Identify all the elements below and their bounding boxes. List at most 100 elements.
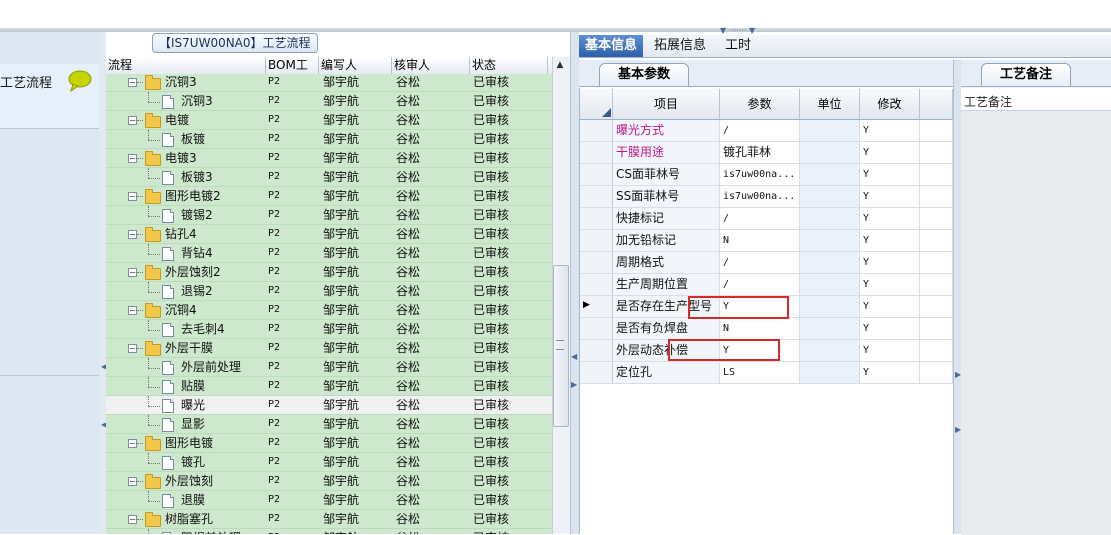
- param-row[interactable]: SS面菲林号 is7uw00na... Y: [580, 186, 953, 208]
- tree-node-label: 板镀: [181, 132, 206, 146]
- tree-node-label: 背钻4: [181, 246, 213, 260]
- bom-cell: P2: [268, 190, 281, 201]
- status-cell: 已审核: [473, 151, 510, 165]
- param-value[interactable]: /: [720, 208, 800, 229]
- col-header-status[interactable]: 状态: [470, 57, 548, 74]
- tree-row[interactable]: 贴膜 P2 邹宇航 谷松 已审核: [106, 377, 552, 396]
- collapse-toggle-icon[interactable]: −: [128, 116, 137, 125]
- scroll-up-icon[interactable]: ▲: [554, 60, 566, 70]
- tree-row[interactable]: 镀孔 P2 邹宇航 谷松 已审核: [106, 453, 552, 472]
- param-extra: [920, 208, 953, 229]
- collapse-toggle-icon[interactable]: −: [128, 268, 137, 277]
- param-row[interactable]: 加无铅标记 N Y: [580, 230, 953, 252]
- param-value[interactable]: /: [720, 274, 800, 295]
- param-value[interactable]: /: [720, 120, 800, 141]
- tree-row[interactable]: − 图形电镀 P2 邹宇航 谷松 已审核: [106, 434, 552, 453]
- param-extra: [920, 230, 953, 251]
- tab-extended-info[interactable]: 拓展信息: [648, 35, 712, 57]
- param-row[interactable]: 干膜用途 镀孔菲林 Y: [580, 142, 953, 164]
- tree-row[interactable]: 显影 P2 邹宇航 谷松 已审核: [106, 415, 552, 434]
- document-icon: [162, 361, 174, 375]
- annotation-box-2: [668, 339, 780, 361]
- author-cell: 邹宇航: [323, 189, 360, 203]
- tree-row[interactable]: − 电镀3 P2 邹宇航 谷松 已审核: [106, 149, 552, 168]
- tree-row[interactable]: 曝光 P2 邹宇航 谷松 已审核: [106, 396, 552, 415]
- document-icon: [162, 380, 174, 394]
- param-row[interactable]: 周期格式 / Y: [580, 252, 953, 274]
- param-row[interactable]: 是否有负焊盘 N Y: [580, 318, 953, 340]
- tree-row[interactable]: 退锡2 P2 邹宇航 谷松 已审核: [106, 282, 552, 301]
- tree-connector: [148, 501, 160, 502]
- param-value[interactable]: 镀孔菲林: [720, 142, 800, 163]
- tree-node-label: 板镀3: [181, 170, 213, 184]
- collapse-toggle-icon[interactable]: −: [128, 154, 137, 163]
- tree-row[interactable]: − 图形电镀2 P2 邹宇航 谷松 已审核: [106, 187, 552, 206]
- col-header-process[interactable]: 流程: [106, 57, 266, 74]
- param-value[interactable]: is7uw00na...: [720, 186, 800, 207]
- col-header-item[interactable]: 项目: [613, 89, 720, 119]
- col-header-value[interactable]: 参数: [720, 89, 800, 119]
- collapse-toggle-icon[interactable]: −: [128, 344, 137, 353]
- nav-divider: [0, 375, 99, 376]
- tree-row[interactable]: − 沉铜4 P2 邹宇航 谷松 已审核: [106, 301, 552, 320]
- param-value[interactable]: /: [720, 252, 800, 273]
- col-header-reviewer[interactable]: 核审人: [392, 57, 470, 74]
- param-unit: [800, 362, 860, 383]
- subtab-process-notes[interactable]: 工艺备注: [981, 63, 1072, 86]
- tree-row[interactable]: − 外层蚀刻2 P2 邹宇航 谷松 已审核: [106, 263, 552, 282]
- col-header-bom[interactable]: BOM工厂: [266, 57, 319, 89]
- status-cell: 已审核: [473, 379, 510, 393]
- tree-row[interactable]: − 外层干膜 P2 邹宇航 谷松 已审核: [106, 339, 552, 358]
- col-header-edit[interactable]: 修改: [860, 89, 920, 119]
- param-value[interactable]: LS: [720, 362, 800, 383]
- tab-basic-info[interactable]: 基本信息: [579, 35, 644, 57]
- param-unit: [800, 252, 860, 273]
- tab-labor-time[interactable]: 工时: [719, 35, 757, 57]
- expand-center-icon[interactable]: ▶: [571, 380, 577, 389]
- tree-row[interactable]: − 树脂塞孔 P2 邹宇航 谷松 已审核: [106, 510, 552, 529]
- reviewer-cell: 谷松: [396, 379, 421, 393]
- col-header-author[interactable]: 编写人: [319, 57, 392, 74]
- collapse-center-icon[interactable]: ◀: [571, 352, 577, 361]
- param-edit: Y: [860, 208, 920, 229]
- folder-icon: [145, 474, 161, 489]
- collapse-toggle-icon[interactable]: −: [128, 230, 137, 239]
- subtab-basic-params[interactable]: 基本参数: [599, 63, 690, 86]
- param-row[interactable]: 曝光方式 / Y: [580, 120, 953, 142]
- status-cell: 已审核: [473, 398, 510, 412]
- top-collapse-handle[interactable]: ▼ ······· ▼: [720, 27, 784, 35]
- collapse-toggle-icon[interactable]: −: [128, 477, 137, 486]
- tree-row[interactable]: − 电镀 P2 邹宇航 谷松 已审核: [106, 111, 552, 130]
- tree-row[interactable]: 退膜 P2 邹宇航 谷松 已审核: [106, 491, 552, 510]
- tree-row[interactable]: − 沉铜3 P2 邹宇航 谷松 已审核: [106, 74, 552, 92]
- tree-row[interactable]: 板镀 P2 邹宇航 谷松 已审核: [106, 130, 552, 149]
- tree-row[interactable]: 去毛刺4 P2 邹宇航 谷松 已审核: [106, 320, 552, 339]
- param-row[interactable]: 定位孔 LS Y: [580, 362, 953, 384]
- status-cell: 已审核: [473, 303, 510, 317]
- param-row[interactable]: CS面菲林号 is7uw00na... Y: [580, 164, 953, 186]
- param-value[interactable]: is7uw00na...: [720, 164, 800, 185]
- tree-row[interactable]: − 钻孔4 P2 邹宇航 谷松 已审核: [106, 225, 552, 244]
- tree-row[interactable]: 阻焊前处理 P2 邹宇航 谷松 已审核: [106, 529, 552, 534]
- reviewer-cell: 谷松: [396, 436, 421, 450]
- collapse-toggle-icon[interactable]: −: [128, 192, 137, 201]
- notes-textarea[interactable]: [961, 110, 1111, 535]
- param-row[interactable]: 生产周期位置 / Y: [580, 274, 953, 296]
- collapse-toggle-icon[interactable]: −: [128, 515, 137, 524]
- param-value[interactable]: N: [720, 318, 800, 339]
- tree-row[interactable]: − 外层蚀刻 P2 邹宇航 谷松 已审核: [106, 472, 552, 491]
- tree-row[interactable]: 镀锡2 P2 邹宇航 谷松 已审核: [106, 206, 552, 225]
- col-header-unit[interactable]: 单位: [800, 89, 860, 119]
- tree-row[interactable]: 板镀3 P2 邹宇航 谷松 已审核: [106, 168, 552, 187]
- param-value[interactable]: N: [720, 230, 800, 251]
- param-row[interactable]: 快捷标记 / Y: [580, 208, 953, 230]
- speech-bubble-icon[interactable]: [67, 70, 93, 92]
- tree-row[interactable]: 沉铜3 P2 邹宇航 谷松 已审核: [106, 92, 552, 111]
- folder-icon: [145, 512, 161, 527]
- collapse-toggle-icon[interactable]: −: [128, 78, 137, 87]
- tree-row[interactable]: 背钻4 P2 邹宇航 谷松 已审核: [106, 244, 552, 263]
- tree-row[interactable]: 外层前处理 P2 邹宇航 谷松 已审核: [106, 358, 552, 377]
- collapse-toggle-icon[interactable]: −: [128, 306, 137, 315]
- collapse-toggle-icon[interactable]: −: [128, 439, 137, 448]
- tree-node-label: 阻焊前处理: [181, 529, 241, 534]
